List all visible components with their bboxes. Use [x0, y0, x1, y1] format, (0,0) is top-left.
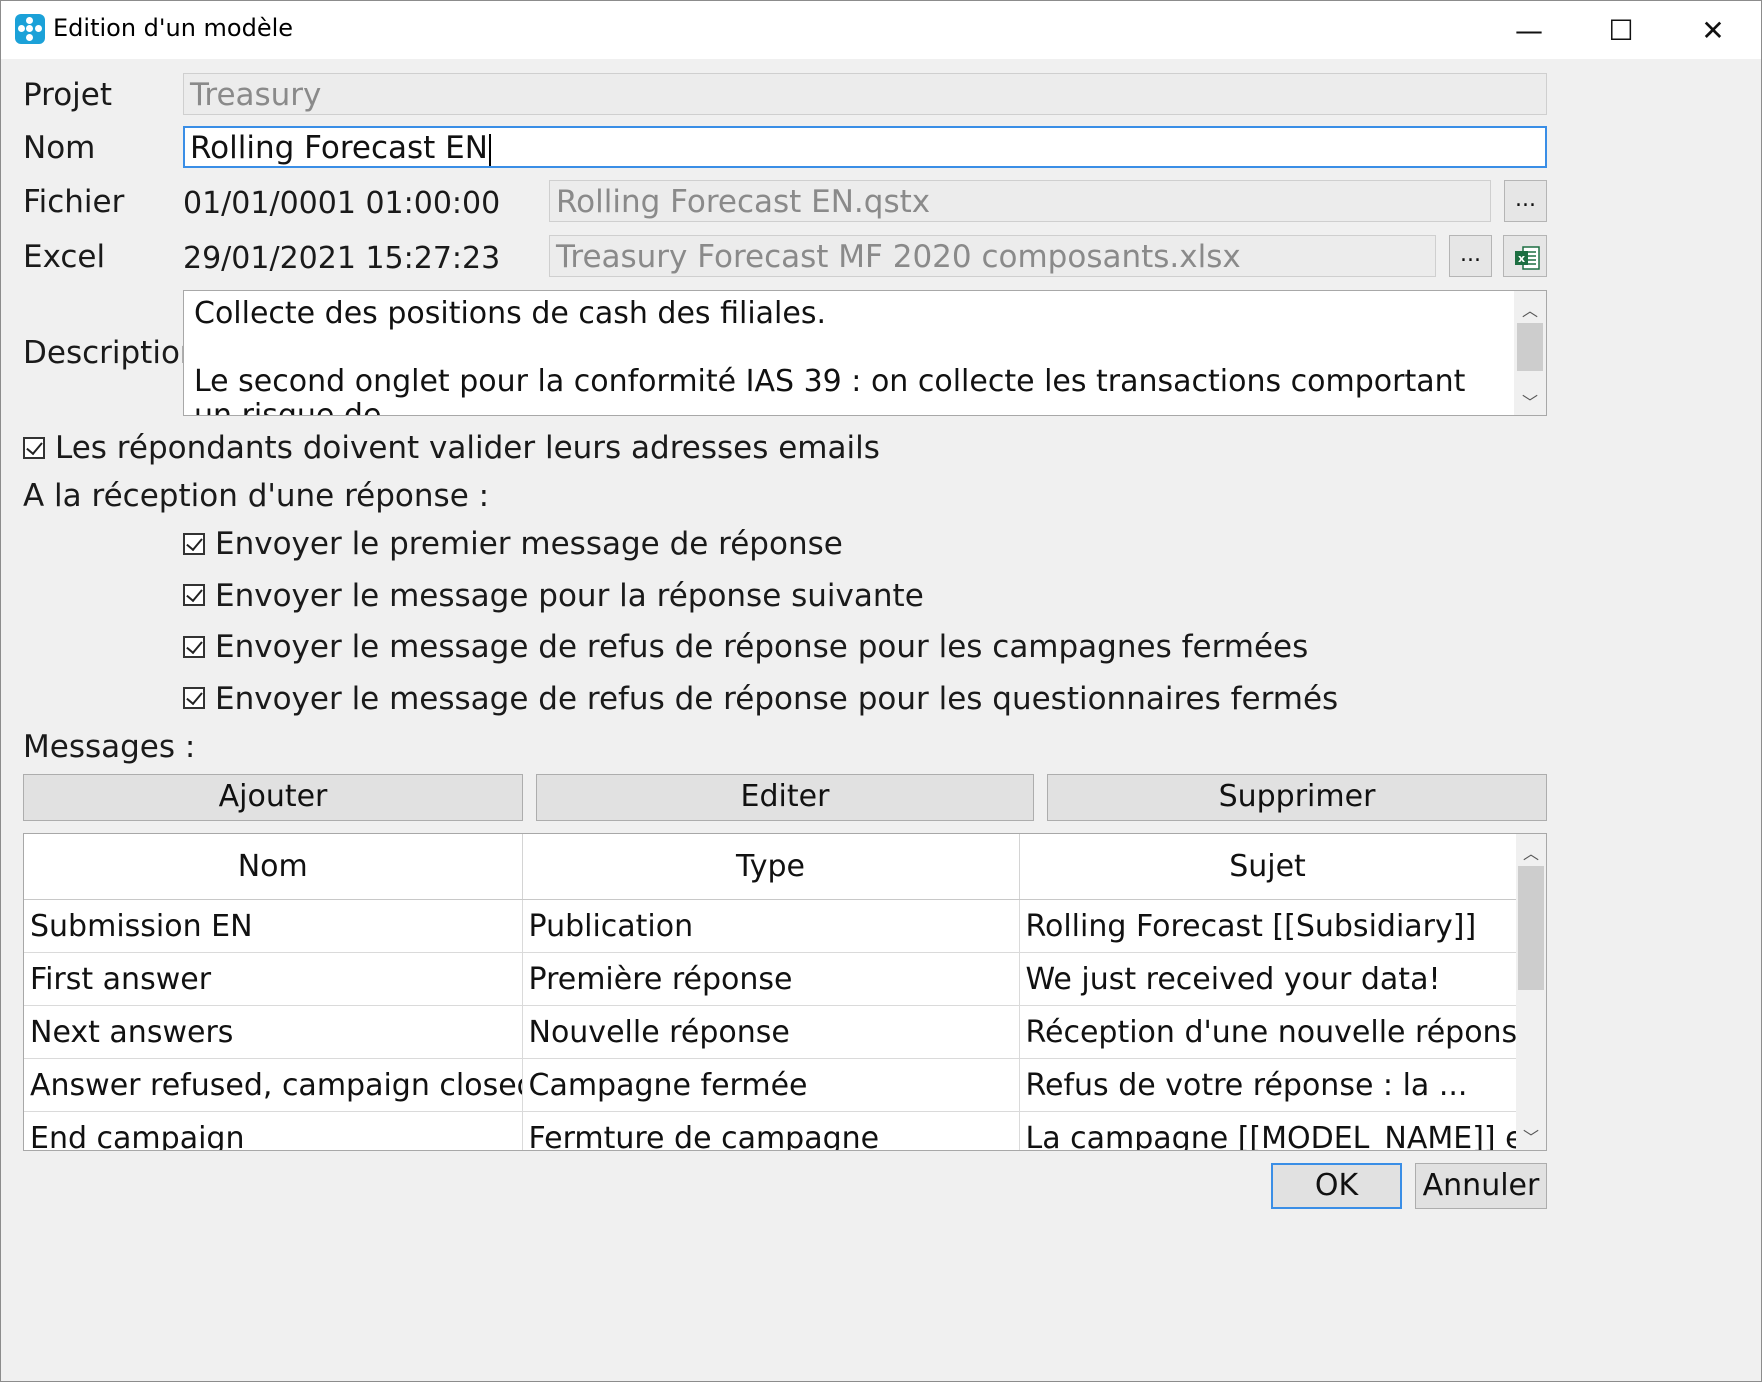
column-header-type[interactable]: Type: [522, 834, 1020, 900]
description-scrollbar[interactable]: ︿ ﹀: [1514, 291, 1546, 415]
projet-field: Treasury: [183, 73, 1547, 115]
window-title: Edition d'un modèle: [53, 14, 294, 42]
maximize-button[interactable]: ☐: [1575, 1, 1667, 59]
next-message-checkbox[interactable]: [183, 584, 205, 606]
messages-table[interactable]: Nom Type Sujet Submission EN Publication…: [23, 833, 1547, 1151]
scroll-up-icon[interactable]: ︿: [1514, 297, 1546, 321]
app-icon: [15, 14, 45, 44]
table-row[interactable]: Answer refused, campaign closed Campagne…: [24, 1058, 1517, 1112]
excel-icon: x: [1515, 246, 1540, 270]
table-header-row: Nom Type Sujet: [24, 834, 1517, 900]
refuse-closed-campaigns-label[interactable]: Envoyer le message de refus de réponse p…: [215, 629, 1308, 665]
fichier-browse-button[interactable]: ...: [1504, 180, 1547, 222]
refuse-closed-campaigns-checkbox[interactable]: [183, 636, 205, 658]
table-row[interactable]: First answer Première réponse We just re…: [24, 952, 1517, 1006]
nom-input[interactable]: Rolling Forecast EN: [183, 126, 1547, 168]
nom-input-value: Rolling Forecast EN: [190, 130, 488, 166]
svg-text:x: x: [1518, 252, 1525, 265]
description-line: Le second onglet pour la conformité IAS …: [194, 364, 1475, 416]
scroll-down-icon[interactable]: ﹀: [1514, 389, 1546, 413]
cell-nom: Answer refused, campaign closed: [24, 1058, 523, 1112]
cell-sujet: We just received your data!: [1019, 952, 1517, 1006]
title-bar[interactable]: Edition d'un modèle — ☐ ✕: [1, 1, 1761, 59]
excel-path-field: Treasury Forecast MF 2020 composants.xls…: [549, 235, 1436, 277]
ok-button[interactable]: OK: [1271, 1163, 1402, 1209]
scroll-thumb[interactable]: [1518, 866, 1544, 990]
validate-emails-label[interactable]: Les répondants doivent valider leurs adr…: [55, 430, 880, 466]
add-message-button[interactable]: Ajouter: [23, 774, 523, 821]
cell-type: Nouvelle réponse: [522, 1005, 1020, 1059]
cell-sujet: Refus de votre réponse : la ...: [1019, 1058, 1517, 1112]
messages-table-scrollbar[interactable]: ︿ ﹀: [1516, 834, 1546, 1150]
cell-type: Fermture de campagne: [522, 1111, 1020, 1150]
table-row[interactable]: Next answers Nouvelle réponse Réception …: [24, 1005, 1517, 1059]
column-header-nom[interactable]: Nom: [24, 834, 523, 900]
open-excel-button[interactable]: x: [1503, 235, 1547, 277]
cell-type: Première réponse: [522, 952, 1020, 1006]
description-text: Collecte des positions de cash des filia…: [194, 297, 1504, 416]
on-reception-label: A la réception d'une réponse :: [23, 478, 490, 514]
cell-nom: End campaign: [24, 1111, 523, 1150]
excel-label: Excel: [23, 239, 106, 275]
messages-label: Messages :: [23, 729, 196, 765]
excel-timestamp: 29/01/2021 15:27:23: [183, 241, 501, 276]
validate-emails-checkbox[interactable]: [23, 437, 45, 459]
cancel-button[interactable]: Annuler: [1415, 1163, 1547, 1209]
description-blank-line: [194, 331, 1504, 365]
cell-sujet: Réception d'une nouvelle réponse: [1019, 1005, 1517, 1059]
projet-label: Projet: [23, 77, 113, 113]
scroll-down-icon[interactable]: ﹀: [1516, 1124, 1546, 1148]
cell-nom: Next answers: [24, 1005, 523, 1059]
first-message-checkbox[interactable]: [183, 533, 205, 555]
cell-sujet: La campagne [[MODEL_NAME]] est ...: [1019, 1111, 1517, 1150]
cell-sujet: Rolling Forecast [[Subsidiary]]: [1019, 899, 1517, 953]
model-edit-dialog: Edition d'un modèle — ☐ ✕ Projet Treasur…: [0, 0, 1762, 1382]
cell-nom: First answer: [24, 952, 523, 1006]
table-row[interactable]: End campaign Fermture de campagne La cam…: [24, 1111, 1517, 1150]
close-button[interactable]: ✕: [1667, 1, 1759, 59]
text-caret: [488, 133, 491, 166]
edit-message-button[interactable]: Editer: [536, 774, 1034, 821]
cell-nom: Submission EN: [24, 899, 523, 953]
fichier-path-field: Rolling Forecast EN.qstx: [549, 180, 1491, 222]
nom-label: Nom: [23, 130, 96, 166]
refuse-closed-questionnaires-checkbox[interactable]: [183, 687, 205, 709]
fichier-label: Fichier: [23, 184, 125, 220]
table-row[interactable]: Submission EN Publication Rolling Foreca…: [24, 899, 1517, 953]
scroll-thumb[interactable]: [1517, 323, 1543, 371]
minimize-button[interactable]: —: [1483, 1, 1575, 59]
first-message-label[interactable]: Envoyer le premier message de réponse: [215, 526, 843, 562]
excel-browse-button[interactable]: ...: [1449, 235, 1492, 277]
cell-type: Campagne fermée: [522, 1058, 1020, 1112]
column-header-sujet[interactable]: Sujet: [1019, 834, 1517, 900]
description-line: Collecte des positions de cash des filia…: [194, 296, 827, 331]
next-message-label[interactable]: Envoyer le message pour la réponse suiva…: [215, 578, 924, 614]
scroll-up-icon[interactable]: ︿: [1516, 840, 1546, 864]
description-textarea[interactable]: Collecte des positions de cash des filia…: [183, 290, 1547, 416]
fichier-timestamp: 01/01/0001 01:00:00: [183, 186, 501, 221]
refuse-closed-questionnaires-label[interactable]: Envoyer le message de refus de réponse p…: [215, 681, 1338, 717]
cell-type: Publication: [522, 899, 1020, 953]
delete-message-button[interactable]: Supprimer: [1047, 774, 1547, 821]
description-label: Description: [23, 335, 200, 371]
